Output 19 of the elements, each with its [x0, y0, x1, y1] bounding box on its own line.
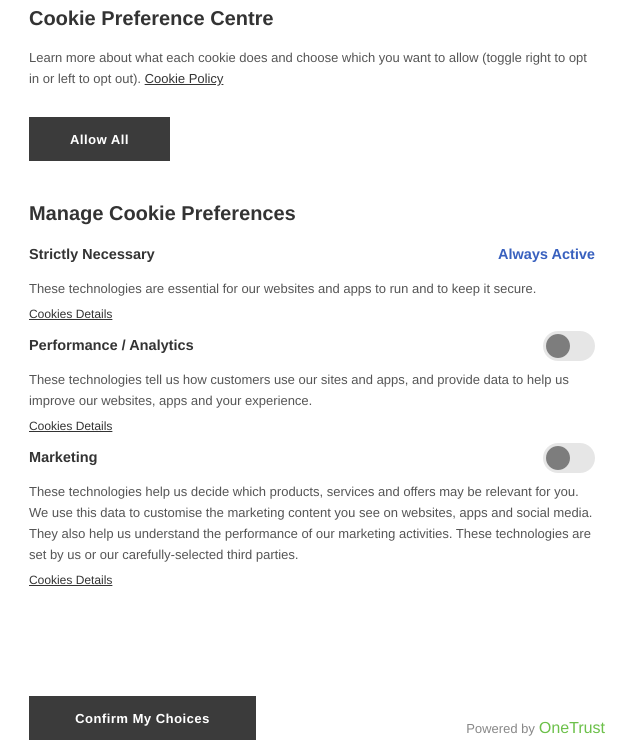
cookies-details-link[interactable]: Cookies Details: [29, 307, 112, 321]
cookies-details-link[interactable]: Cookies Details: [29, 419, 112, 433]
confirm-button[interactable]: Confirm My Choices: [29, 696, 256, 740]
category-description: These technologies tell us how customers use our sites and apps, and provide data to help us improve our websites, apps and your experience.: [29, 371, 570, 410]
allow-all-button[interactable]: Allow All: [29, 117, 170, 161]
cookies-details-link[interactable]: Cookies Details: [29, 573, 112, 587]
category-description: These technologies are essential for our websites and apps to run and to keep it secure.: [29, 280, 538, 298]
panel-title: Cookie Preference Centre: [29, 8, 275, 31]
category-name: Performance / Analytics: [29, 338, 194, 354]
intro-text: Learn more about what each cookie does and choose which you want to allow (toggle right to opt in or left to opt out). Cookie Policy: [29, 49, 588, 88]
section-heading: Manage Cookie Preferences: [29, 203, 297, 226]
toggle-switch[interactable]: [543, 443, 595, 473]
category-name: Marketing: [29, 450, 98, 466]
toggle-switch[interactable]: [543, 331, 595, 361]
always-active-label: Always Active: [498, 247, 595, 263]
category-description: These technologies help us decide which products, services and offers may be relevant for you. We use this data to customise the marketing content you see on websites, apps and social media. They also help us understand the performance of our marketing activities. These technologies are set by us or our carefully-selected third parties.: [29, 483, 594, 564]
cookie-policy-link[interactable]: Cookie Policy: [144, 71, 224, 86]
powered-by-link[interactable]: Powered by OneTrust: [466, 720, 605, 738]
category-name: Strictly Necessary: [29, 247, 155, 263]
